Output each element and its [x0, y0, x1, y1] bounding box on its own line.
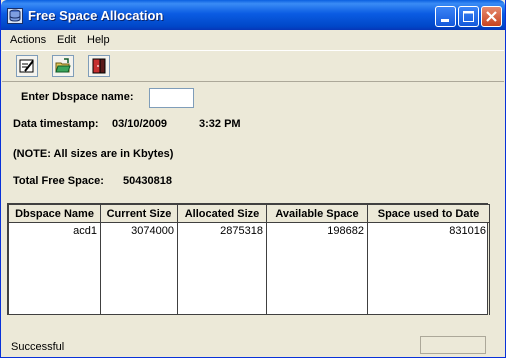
menu-help[interactable]: Help [87, 34, 110, 46]
cell-allocated-size: 2875318 [177, 222, 267, 239]
table-header-row: Dbspace Name Current Size Allocated Size… [8, 204, 490, 223]
open-button[interactable] [52, 55, 74, 77]
timestamp-date: 03/10/2009 [112, 118, 168, 130]
free-space-grid: Dbspace Name Current Size Allocated Size… [8, 204, 490, 315]
status-bar: Successful [2, 334, 504, 356]
open-folder-icon [55, 58, 71, 73]
status-pane [420, 336, 486, 354]
cell-current-size: 3074000 [100, 222, 178, 239]
title-bar[interactable]: Free Space Allocation [1, 0, 505, 30]
window-title: Free Space Allocation [28, 8, 164, 23]
cell-available-space: 198682 [266, 222, 368, 239]
menu-bar: Actions Edit Help [1, 31, 505, 49]
menu-actions[interactable]: Actions [10, 34, 46, 46]
minimize-icon [441, 19, 449, 22]
total-free-space-label: Total Free Space: [13, 175, 104, 187]
timestamp-label: Data timestamp: [13, 118, 99, 130]
exit-button[interactable] [88, 55, 110, 77]
table-empty-area [8, 239, 490, 315]
exit-door-icon [92, 58, 106, 74]
close-button[interactable] [481, 6, 502, 27]
status-text: Successful [11, 341, 65, 353]
edit-button[interactable] [16, 55, 38, 77]
column-header-dbspace-name[interactable]: Dbspace Name [8, 204, 101, 223]
column-header-space-used-to-date[interactable]: Space used to Date [367, 204, 490, 223]
free-space-table[interactable]: Dbspace Name Current Size Allocated Size… [7, 203, 490, 315]
free-space-allocation-window: Free Space Allocation Actions Edit Help [0, 0, 506, 358]
app-database-icon [7, 8, 23, 24]
cell-dbspace-name: acd1 [8, 222, 101, 239]
timestamp-time: 3:32 PM [199, 118, 241, 130]
toolbar [2, 50, 504, 82]
total-free-space-value: 50430818 [123, 175, 172, 187]
column-header-allocated-size[interactable]: Allocated Size [177, 204, 267, 223]
close-icon [486, 11, 497, 22]
size-units-note: (NOTE: All sizes are in Kbytes) [13, 148, 174, 160]
cell-space-used-to-date: 831016 [367, 222, 490, 239]
menu-edit[interactable]: Edit [57, 34, 76, 46]
maximize-icon [463, 11, 474, 22]
maximize-button[interactable] [458, 6, 479, 27]
dbspace-name-input[interactable] [149, 88, 194, 108]
table-row[interactable]: acd1 3074000 2875318 198682 831016 [8, 222, 490, 239]
minimize-button[interactable] [435, 6, 456, 27]
dbspace-label: Enter Dbspace name: [21, 91, 134, 103]
column-header-current-size[interactable]: Current Size [100, 204, 178, 223]
edit-pencil-icon [19, 59, 34, 73]
column-header-available-space[interactable]: Available Space [266, 204, 368, 223]
